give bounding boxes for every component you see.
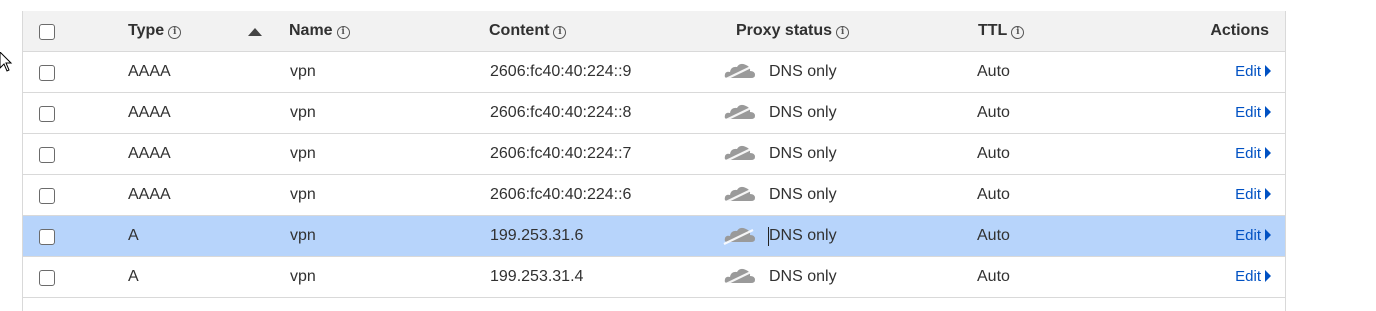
edit-label: Edit [1235, 268, 1261, 285]
edit-label: Edit [1235, 145, 1261, 162]
edit-label: Edit [1235, 63, 1261, 80]
top-strip [0, 0, 1376, 11]
cloud-icon [723, 63, 755, 81]
record-name: vpn [290, 268, 316, 285]
record-content: 199.253.31.4 [490, 268, 584, 285]
edit-label: Edit [1235, 104, 1261, 121]
edit-label: Edit [1235, 227, 1261, 244]
select-all-checkbox[interactable] [39, 24, 55, 40]
proxy-status-text: DNS only [769, 145, 837, 162]
record-ttl: Auto [977, 104, 1010, 121]
record-name: vpn [290, 145, 316, 162]
record-ttl: Auto [977, 186, 1010, 203]
row-checkbox[interactable] [39, 106, 55, 122]
column-header-content[interactable]: Content i [489, 11, 567, 51]
info-icon[interactable]: i [1011, 26, 1025, 39]
row-checkbox[interactable] [39, 229, 55, 245]
record-content: 199.253.31.6 [490, 227, 584, 244]
record-content: 2606:fc40:40:224::8 [490, 104, 632, 121]
edit-button[interactable]: Edit [1235, 175, 1271, 215]
record-name: vpn [290, 63, 316, 80]
edit-button[interactable]: Edit [1235, 216, 1271, 256]
info-icon[interactable]: i [553, 26, 567, 39]
edit-button[interactable]: Edit [1235, 257, 1271, 297]
info-icon[interactable]: i [836, 26, 850, 39]
info-icon[interactable]: i [168, 26, 182, 39]
caret-right-icon [1265, 270, 1271, 282]
record-type: AAAA [128, 63, 171, 80]
edit-button[interactable]: Edit [1235, 93, 1271, 133]
record-ttl: Auto [977, 268, 1010, 285]
record-name: vpn [290, 104, 316, 121]
edit-label: Edit [1235, 186, 1261, 203]
caret-right-icon [1265, 188, 1271, 200]
row-checkbox[interactable] [39, 65, 55, 81]
table-header-row: Type i Name i Content i Proxy status i TTL i … [23, 11, 1285, 52]
table-row[interactable]: Avpn 199.253.31.4 DNS only Auto Edit [23, 257, 1285, 298]
table-row[interactable]: AAAA vpn 2606:fc40:40:224::7 DNS only Auto Ed… [23, 134, 1285, 175]
table-row[interactable]: AAAA vpn 2606:fc40:40:224::9 DNS only Auto Ed… [23, 52, 1285, 93]
edit-button[interactable]: Edit [1235, 52, 1271, 92]
record-content: 2606:fc40:40:224::6 [490, 186, 632, 203]
column-header-type[interactable]: Type i [128, 11, 182, 51]
record-content: 2606:fc40:40:224::7 [490, 145, 632, 162]
column-header-name[interactable]: Name i [289, 11, 350, 51]
record-name: vpn [290, 227, 316, 244]
record-type: AAAA [128, 145, 171, 162]
record-ttl: Auto [977, 145, 1010, 162]
caret-right-icon [1265, 106, 1271, 118]
proxy-status-text: DNS only [769, 186, 837, 203]
record-ttl: Auto [977, 227, 1010, 244]
record-type: AAAA [128, 104, 171, 121]
caret-right-icon [1265, 65, 1271, 77]
proxy-status-text: DNS only [769, 268, 837, 285]
column-header-ttl[interactable]: TTL i [978, 11, 1025, 51]
row-checkbox[interactable] [39, 188, 55, 204]
record-content: 2606:fc40:40:224::9 [490, 63, 632, 80]
table-row[interactable]: Avpn 199.253.31.6 DNS only Auto Edit [23, 216, 1285, 257]
column-header-actions: Actions [1210, 22, 1269, 39]
info-icon[interactable]: i [336, 26, 350, 39]
proxy-status-text: DNS only [769, 227, 837, 244]
table-row[interactable]: AAAA vpn 2606:fc40:40:224::8 DNS only Auto Ed… [23, 93, 1285, 134]
record-ttl: Auto [977, 63, 1010, 80]
proxy-status-text: DNS only [769, 63, 837, 80]
cloud-icon [723, 227, 755, 245]
edit-button[interactable]: Edit [1235, 134, 1271, 174]
caret-right-icon [1265, 147, 1271, 159]
record-type: AAAA [128, 186, 171, 203]
sort-ascending-icon[interactable] [248, 28, 262, 36]
cloud-icon [723, 268, 755, 286]
cloud-icon [723, 104, 755, 122]
proxy-status-text: DNS only [769, 104, 837, 121]
cloud-icon [723, 186, 755, 204]
row-checkbox[interactable] [39, 270, 55, 286]
table-row[interactable]: AAAA vpn 2606:fc40:40:224::6 DNS only Auto Ed… [23, 175, 1285, 216]
record-name: vpn [290, 186, 316, 203]
mouse-pointer-icon [0, 52, 13, 72]
cloud-icon [723, 145, 755, 163]
row-checkbox[interactable] [39, 147, 55, 163]
dns-records-table: Type i Name i Content i Proxy status i TTL i … [22, 11, 1286, 311]
column-header-proxy-status[interactable]: Proxy status i [736, 11, 850, 51]
record-type: A [128, 227, 139, 244]
caret-right-icon [1265, 229, 1271, 241]
record-type: A [128, 268, 139, 285]
